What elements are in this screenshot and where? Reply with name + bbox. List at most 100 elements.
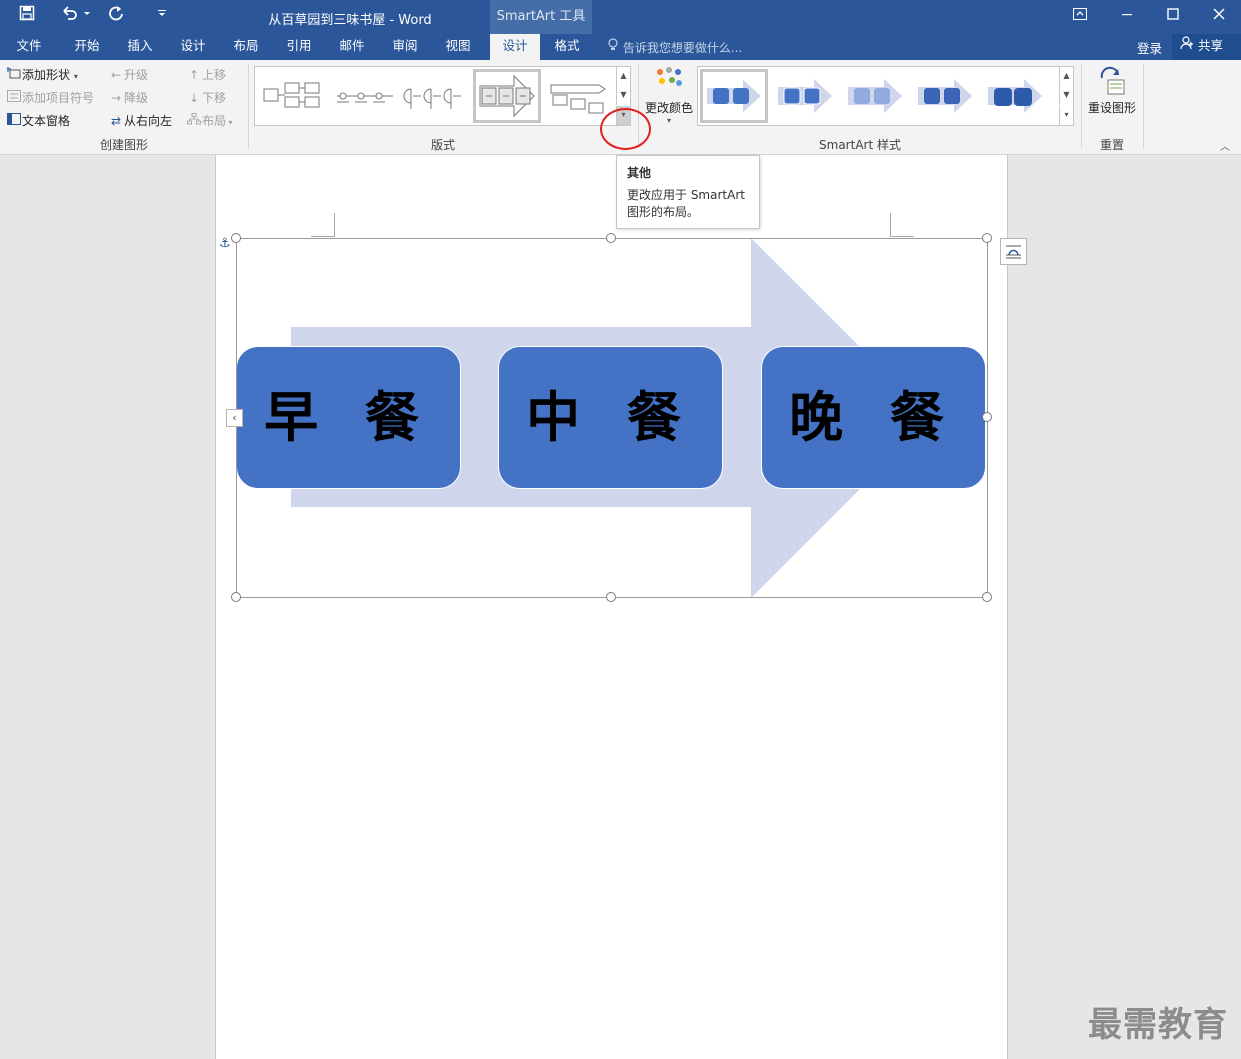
tab-file[interactable]: 文件: [4, 34, 54, 60]
layout-thumb-hierarchy[interactable]: [259, 69, 327, 123]
move-up-label: 上移: [202, 68, 227, 82]
layout-thumb-process-arrow[interactable]: [473, 69, 541, 123]
tell-me-text: 告诉我您想要做什么...: [622, 41, 743, 55]
arrow-right-icon: →: [110, 91, 122, 105]
separator: [248, 64, 249, 148]
tooltip: 其他 更改应用于 SmartArt 图形的布局。: [616, 155, 760, 229]
add-bullet-button[interactable]: 添加项目符号: [6, 89, 94, 106]
add-shape-label: 添加形状: [22, 68, 71, 82]
add-shape-button[interactable]: 添加形状 ▾: [6, 66, 78, 83]
group-reset-label: 重置: [1099, 138, 1124, 152]
tab-design[interactable]: 设计: [168, 34, 218, 60]
resize-handle-top-right[interactable]: [982, 233, 992, 243]
arrow-left-icon: ←: [110, 68, 122, 82]
resize-handle-top-left[interactable]: [231, 233, 241, 243]
styles-scroll-down[interactable]: ▼: [1059, 86, 1073, 105]
crop-mark: [311, 213, 335, 237]
styles-more-button[interactable]: ▾: [1059, 106, 1073, 125]
style-thumb-simple[interactable]: [700, 69, 768, 123]
resize-handle-bottom-left[interactable]: [231, 592, 241, 602]
change-colors-button[interactable]: 更改颜色 ▾: [643, 66, 695, 125]
save-icon[interactable]: [16, 5, 38, 27]
tab-mailings[interactable]: 邮件: [327, 34, 377, 60]
promote-label: 升级: [124, 68, 149, 82]
palette-icon: [643, 66, 695, 99]
smartart-tools-context: SmartArt 工具: [490, 0, 592, 34]
add-bullet-label: 添加项目符号: [22, 91, 95, 105]
ribbon-display-options-icon[interactable]: [1057, 0, 1103, 34]
person-icon: [1180, 36, 1198, 53]
text-pane-toggle-icon[interactable]: ‹: [226, 409, 243, 427]
move-down-label: 下移: [202, 91, 227, 105]
move-up-button[interactable]: ↑ 上移: [186, 66, 226, 83]
anchor-icon: ⚓: [219, 236, 231, 251]
maximize-icon[interactable]: [1150, 0, 1196, 34]
right-to-left-label: 从右向左: [124, 114, 173, 128]
text-pane-button[interactable]: 文本窗格: [6, 112, 70, 129]
tab-smartart-design[interactable]: 设计: [490, 34, 540, 60]
resize-handle-top[interactable]: [606, 233, 616, 243]
lightbulb-icon: [607, 38, 623, 55]
style-thumb-subtle[interactable]: [840, 69, 908, 123]
crop-mark: [890, 213, 914, 237]
style-thumb-moderate[interactable]: [910, 69, 978, 123]
reset-graphic-button[interactable]: 重设图形: [1085, 66, 1139, 116]
tab-home[interactable]: 开始: [62, 34, 112, 60]
group-layouts-label: 版式: [430, 138, 455, 152]
styles-scroll-up[interactable]: ▲: [1059, 67, 1073, 86]
tab-layout[interactable]: 布局: [221, 34, 271, 60]
text-pane-label: 文本窗格: [22, 114, 71, 128]
tab-references[interactable]: 引用: [274, 34, 324, 60]
redo-icon[interactable]: [106, 5, 128, 27]
gallery-scroll-up[interactable]: ▲: [616, 67, 630, 86]
layouts-gallery: ▲ ▼ ▾: [254, 66, 631, 126]
change-colors-label: 更改颜色: [644, 101, 693, 115]
add-shape-icon: [6, 67, 22, 82]
hierarchy-icon: [186, 113, 202, 128]
group-smartart-styles-label: SmartArt 样式: [819, 138, 901, 152]
title-bar: 从百草园到三味书屋 - Word SmartArt 工具: [0, 0, 1241, 34]
swap-icon: ⇄: [110, 114, 122, 128]
smartart-selection-frame[interactable]: [236, 238, 988, 598]
tab-review[interactable]: 审阅: [380, 34, 430, 60]
tab-format[interactable]: 格式: [542, 34, 592, 60]
move-down-button[interactable]: ↓ 下移: [186, 89, 226, 106]
demote-button[interactable]: → 降级: [108, 89, 148, 106]
promote-button[interactable]: ← 升级: [108, 66, 148, 83]
resize-handle-right[interactable]: [982, 412, 992, 422]
style-thumb-white-outline[interactable]: [770, 69, 838, 123]
login-link[interactable]: 登录: [1137, 38, 1162, 57]
close-icon[interactable]: [1196, 0, 1241, 34]
word-window: 从百草园到三味书屋 - Word SmartArt 工具 文件 开始 插入 设计…: [0, 0, 1241, 1059]
layout-options-icon[interactable]: [1000, 238, 1027, 265]
separator: [1143, 64, 1144, 148]
share-button[interactable]: 共享: [1172, 34, 1241, 60]
tab-insert[interactable]: 插入: [115, 34, 165, 60]
tab-view[interactable]: 视图: [433, 34, 483, 60]
window-title: 从百草园到三味书屋 - Word: [268, 13, 432, 28]
arrow-up-icon: ↑: [188, 68, 200, 82]
reset-graphic-label: 重设图形: [1087, 101, 1136, 115]
undo-icon[interactable]: [58, 5, 92, 27]
gallery-scroll-down[interactable]: ▼: [616, 86, 630, 105]
layout-button[interactable]: 布局 ▾: [186, 112, 233, 129]
tooltip-title: 其他: [627, 166, 652, 180]
layout-thumb-half-circles[interactable]: [401, 69, 469, 123]
style-thumb-intense[interactable]: [980, 69, 1048, 123]
tooltip-body: 更改应用于 SmartArt 图形的布局。: [627, 188, 745, 219]
resize-handle-bottom[interactable]: [606, 592, 616, 602]
layout-thumb-timeline[interactable]: [331, 69, 399, 123]
text-pane-icon: [6, 113, 22, 128]
separator: [1081, 64, 1082, 148]
layout-label: 布局: [202, 114, 227, 128]
collapse-ribbon-icon[interactable]: ︿: [1220, 138, 1230, 153]
resize-handle-bottom-right[interactable]: [982, 592, 992, 602]
right-to-left-button[interactable]: ⇄ 从右向左: [108, 112, 172, 129]
group-create-graphic-label: 创建图形: [99, 138, 148, 152]
demote-label: 降级: [124, 91, 149, 105]
smartart-styles-gallery: ▲ ▼ ▾: [697, 66, 1074, 126]
minimize-icon[interactable]: [1104, 0, 1150, 34]
customize-qat-icon[interactable]: [154, 5, 170, 27]
reset-graphic-icon: [1085, 66, 1139, 99]
tell-me-box[interactable]: 告诉我您想要做什么...: [607, 38, 742, 56]
